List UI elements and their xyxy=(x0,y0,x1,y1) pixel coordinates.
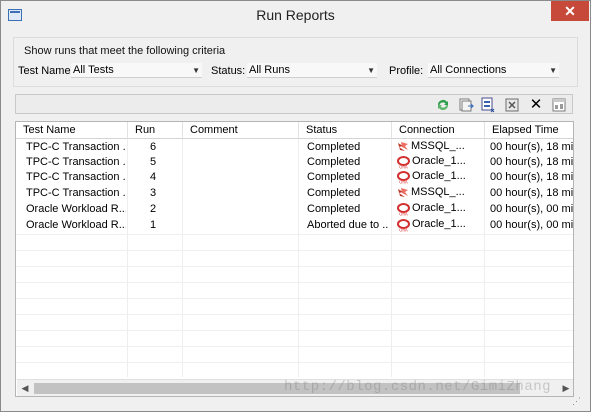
scroll-right-icon[interactable]: ▶ xyxy=(558,380,573,396)
oracle-icon: ORA xyxy=(397,202,410,216)
cell-elapsed: 00 hour(s), 18 minu xyxy=(490,156,574,168)
cell-status: Completed xyxy=(307,187,361,199)
cell-connection: MSSQL_... xyxy=(397,186,483,201)
test-name-label: Test Name: xyxy=(18,65,74,77)
grid-rule xyxy=(16,346,573,347)
grid-rule xyxy=(16,266,573,267)
grid-rule xyxy=(16,362,573,363)
grid-rule xyxy=(16,314,573,315)
cell-elapsed: 00 hour(s), 00 minu xyxy=(490,203,574,215)
table-row[interactable]: Oracle Workload R... 1 Aborted due to ..… xyxy=(16,218,574,233)
cell-elapsed: 00 hour(s), 00 minu xyxy=(490,219,574,231)
refresh-icon[interactable] xyxy=(435,97,451,113)
test-name-select[interactable]: All Tests ▼ xyxy=(71,63,202,78)
cell-connection: ORA Oracle_1... xyxy=(397,170,483,185)
status-select[interactable]: All Runs ▼ xyxy=(247,63,377,78)
mssql-icon xyxy=(397,141,409,153)
chevron-down-icon: ▼ xyxy=(192,66,200,75)
grid-rule xyxy=(16,330,573,331)
table-row[interactable]: TPC-C Transaction ... 4 Completed ORA Ora… xyxy=(16,170,574,185)
cell-connection: ORA Oracle_1... xyxy=(397,202,483,217)
svg-text:ORA: ORA xyxy=(399,179,408,184)
cell-run: 1 xyxy=(150,219,157,231)
connection-label: Oracle_1... xyxy=(412,170,466,182)
cell-run: 2 xyxy=(150,203,157,215)
oracle-icon: ORA xyxy=(397,155,410,169)
properties-icon[interactable] xyxy=(551,97,567,113)
connection-label: Oracle_1... xyxy=(412,155,466,167)
svg-text:ORA: ORA xyxy=(399,211,408,216)
cell-connection: ORA Oracle_1... xyxy=(397,218,483,233)
grid-rule xyxy=(16,298,573,299)
table-row[interactable]: TPC-C Transaction ... 3 Completed MSSQL_… xyxy=(16,186,574,201)
compare-icon[interactable] xyxy=(480,97,496,113)
grid-rule xyxy=(16,282,573,283)
window-title: Run Reports xyxy=(256,7,335,23)
delete-icon[interactable]: ✕ xyxy=(528,97,544,113)
test-name-value: All Tests xyxy=(73,64,114,76)
column-header-run[interactable]: Run xyxy=(128,122,183,139)
cell-test-name: Oracle Workload R... xyxy=(26,219,126,231)
connection-label: MSSQL_... xyxy=(411,140,465,152)
svg-text:ORA: ORA xyxy=(399,227,408,232)
profile-select[interactable]: All Connections ▼ xyxy=(428,63,559,78)
status-label: Status: xyxy=(211,65,246,77)
connection-label: MSSQL_... xyxy=(411,186,465,198)
runs-grid[interactable]: Test Name Run Comment Status Connection … xyxy=(15,121,574,397)
column-header-connection[interactable]: Connection xyxy=(392,122,485,139)
profile-label: Profile: xyxy=(389,65,424,77)
column-header-test-name[interactable]: Test Name xyxy=(16,122,128,139)
cell-status: Aborted due to ... xyxy=(307,219,389,231)
column-header-elapsed-time[interactable]: Elapsed Time xyxy=(485,122,573,139)
cell-run: 6 xyxy=(150,141,157,153)
oracle-icon: ORA xyxy=(397,218,410,232)
column-header-comment[interactable]: Comment xyxy=(183,122,299,139)
cell-test-name: TPC-C Transaction ... xyxy=(26,187,126,199)
cell-elapsed: 00 hour(s), 18 minu xyxy=(490,171,574,183)
table-row[interactable]: TPC-C Transaction ... 6 Completed MSSQL_… xyxy=(16,140,574,155)
cell-run: 3 xyxy=(150,187,157,199)
cell-status: Completed xyxy=(307,171,361,183)
table-row[interactable]: Oracle Workload R... 2 Completed ORA Orac… xyxy=(16,202,574,217)
export-icon[interactable] xyxy=(458,97,475,113)
table-row[interactable]: TPC-C Transaction ... 5 Completed ORA Ora… xyxy=(16,155,574,170)
cell-test-name: Oracle Workload R... xyxy=(26,203,126,215)
cell-status: Completed xyxy=(307,141,361,153)
chevron-down-icon: ▼ xyxy=(367,66,375,75)
run-reports-window: Run Reports ✕ Show runs that meet the fo… xyxy=(0,0,591,412)
grid-rule xyxy=(16,250,573,251)
cell-elapsed: 00 hour(s), 18 minu xyxy=(490,187,574,199)
grid-rule xyxy=(16,234,573,235)
cell-connection: MSSQL_... xyxy=(397,140,483,155)
criteria-group: Show runs that meet the following criter… xyxy=(13,37,578,87)
column-header-status[interactable]: Status xyxy=(299,122,392,139)
cell-test-name: TPC-C Transaction ... xyxy=(26,156,126,168)
connection-label: Oracle_1... xyxy=(412,202,466,214)
cell-run: 5 xyxy=(150,156,157,168)
chevron-down-icon: ▼ xyxy=(549,66,557,75)
close-button[interactable]: ✕ xyxy=(551,1,589,21)
scroll-left-icon[interactable]: ◀ xyxy=(17,380,33,396)
cell-run: 4 xyxy=(150,171,157,183)
cell-test-name: TPC-C Transaction ... xyxy=(26,141,126,153)
excel-export-icon[interactable] xyxy=(504,97,520,113)
title-bar[interactable]: Run Reports ✕ xyxy=(1,1,590,31)
cell-test-name: TPC-C Transaction ... xyxy=(26,171,126,183)
cell-elapsed: 00 hour(s), 18 minu xyxy=(490,141,574,153)
cell-connection: ORA Oracle_1... xyxy=(397,155,483,170)
profile-value: All Connections xyxy=(430,64,507,76)
svg-text:ORA: ORA xyxy=(399,164,408,169)
status-value: All Runs xyxy=(249,64,290,76)
watermark: http://blog.csdn.net/GimiZhang xyxy=(284,379,552,395)
resize-grip-icon[interactable]: ⋰ xyxy=(572,396,586,408)
oracle-icon: ORA xyxy=(397,170,410,184)
criteria-heading: Show runs that meet the following criter… xyxy=(24,45,226,57)
connection-label: Oracle_1... xyxy=(412,218,466,230)
mssql-icon xyxy=(397,187,409,199)
cell-status: Completed xyxy=(307,203,361,215)
cell-status: Completed xyxy=(307,156,361,168)
